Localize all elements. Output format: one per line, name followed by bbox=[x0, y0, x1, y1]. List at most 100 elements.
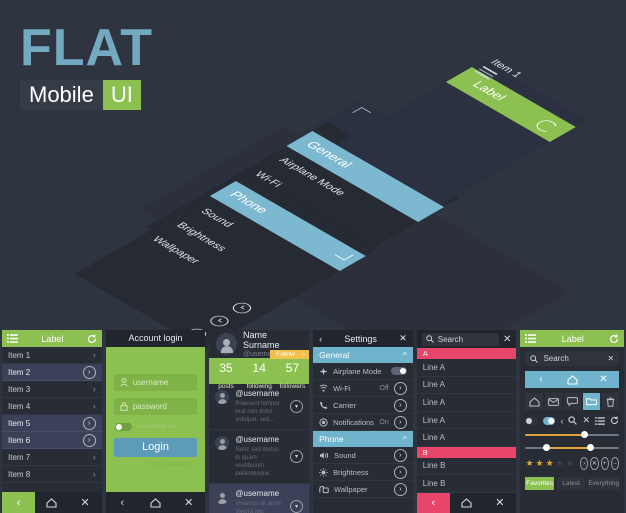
close-icon: ✕ bbox=[184, 497, 194, 509]
toggle-on[interactable] bbox=[542, 416, 556, 425]
settings-row-wifi[interactable]: Wi-Fi Off › bbox=[313, 380, 413, 397]
panel-list: Label Item 1 › Item 2 › Item 3 › Item 4 › It… bbox=[2, 330, 102, 513]
search-line[interactable]: Line B bbox=[416, 458, 517, 476]
star-icon[interactable]: ★ bbox=[566, 458, 574, 469]
refresh-icon[interactable] bbox=[609, 334, 619, 344]
toggle-off[interactable] bbox=[525, 416, 538, 425]
tab-everything[interactable]: Everything bbox=[588, 477, 620, 490]
chat-icon[interactable] bbox=[563, 393, 581, 410]
search-input[interactable]: Search bbox=[421, 332, 500, 346]
kit-search-placeholder: Search bbox=[543, 354, 569, 363]
star-icon[interactable]: ★ bbox=[556, 458, 564, 469]
forgot-password-link[interactable]: Forgot password? bbox=[114, 461, 197, 468]
home-button[interactable] bbox=[557, 371, 588, 388]
list-header-label: Label bbox=[41, 333, 64, 344]
trash-icon[interactable] bbox=[601, 393, 620, 410]
close-icon[interactable]: ✕ bbox=[503, 334, 511, 345]
username-field[interactable]: username bbox=[113, 373, 198, 391]
back-icon[interactable]: ‹ bbox=[560, 416, 563, 426]
settings-row-notifications[interactable]: Notifications On › bbox=[313, 414, 413, 431]
airplane-toggle[interactable] bbox=[390, 367, 407, 375]
username-placeholder: username bbox=[132, 377, 169, 387]
settings-section-general[interactable]: General ^ bbox=[313, 347, 413, 363]
home-button[interactable] bbox=[35, 492, 68, 513]
search-line[interactable]: Line A bbox=[416, 394, 517, 412]
feed-item[interactable]: @username Vivamus sit amet viverra leo. … bbox=[209, 484, 310, 513]
login-button[interactable]: Login bbox=[113, 437, 198, 457]
star-icon[interactable]: ★ bbox=[525, 458, 533, 469]
list-item[interactable]: Item 1 › bbox=[2, 347, 102, 364]
chevron-down-circle-icon[interactable]: ▾ bbox=[290, 400, 304, 413]
close-circle-icon[interactable]: ✕ bbox=[590, 457, 599, 470]
remember-me-row[interactable]: remember me bbox=[114, 422, 198, 431]
back-button[interactable]: ‹ bbox=[416, 492, 450, 513]
settings-row-carrier[interactable]: Carrier › bbox=[313, 397, 413, 414]
search-line[interactable]: Line A bbox=[416, 429, 517, 447]
refresh-icon[interactable] bbox=[610, 416, 619, 425]
close-button[interactable]: ✕ bbox=[483, 493, 516, 513]
search-icon[interactable] bbox=[568, 416, 578, 425]
feed-item[interactable]: @username Praesent tempor erat non dolor… bbox=[209, 384, 310, 430]
mail-icon[interactable] bbox=[544, 393, 562, 410]
list-icon[interactable] bbox=[595, 416, 605, 425]
slider-knob-high[interactable] bbox=[587, 444, 595, 451]
follow-button[interactable]: Follow › bbox=[270, 350, 310, 359]
close-icon[interactable]: ✕ bbox=[582, 415, 590, 426]
back-button[interactable]: ‹ bbox=[2, 492, 36, 513]
folder-icon[interactable] bbox=[582, 393, 600, 410]
back-button[interactable]: ‹ bbox=[106, 492, 139, 513]
minus-circle-icon[interactable]: − bbox=[610, 457, 620, 470]
remember-me-toggle[interactable] bbox=[114, 422, 132, 431]
slider-knob[interactable] bbox=[581, 431, 589, 438]
settings-row-brightness[interactable]: Brightness › bbox=[313, 464, 413, 481]
panel-settings: ‹ Settings ✕ General ^ Airplane Mode Wi-… bbox=[313, 330, 413, 513]
search-line[interactable]: Line A bbox=[416, 359, 517, 377]
home-icon[interactable] bbox=[525, 393, 543, 410]
settings-section-phone[interactable]: Phone ^ bbox=[313, 431, 413, 447]
slider-knob-low[interactable] bbox=[543, 444, 551, 451]
plus-circle-icon[interactable]: + bbox=[600, 457, 609, 470]
password-field[interactable]: password bbox=[113, 397, 198, 415]
search-line[interactable]: Line A bbox=[416, 377, 517, 395]
slider-single[interactable] bbox=[525, 431, 620, 439]
star-icon[interactable]: ★ bbox=[546, 458, 554, 469]
back-button[interactable]: ‹ bbox=[525, 371, 556, 388]
home-button[interactable] bbox=[139, 492, 172, 513]
kit-search-input[interactable]: Search ✕ bbox=[525, 351, 620, 366]
chevron-right-circle-icon: › bbox=[82, 416, 96, 430]
avatar bbox=[215, 436, 230, 450]
phone-panels-row: Label Item 1 › Item 2 › Item 3 › Item 4 › It… bbox=[0, 330, 626, 513]
settings-row-airplane[interactable]: Airplane Mode bbox=[313, 363, 413, 380]
tab-latest[interactable]: Latest bbox=[556, 477, 586, 490]
close-button[interactable]: ✕ bbox=[68, 492, 101, 513]
feed-item[interactable]: @username Nunc sed metus in quam vestibu… bbox=[209, 430, 310, 484]
settings-row-wallpaper[interactable]: Wallpaper › bbox=[313, 481, 413, 498]
list-item[interactable]: Item 6 › bbox=[2, 432, 102, 449]
chevron-right-circle-icon[interactable]: › bbox=[580, 457, 589, 470]
search-line[interactable]: Line A bbox=[416, 412, 517, 430]
star-icon[interactable]: ★ bbox=[536, 458, 544, 469]
list-item[interactable]: Item 4 › bbox=[2, 398, 102, 415]
close-button[interactable]: ✕ bbox=[588, 371, 619, 388]
chevron-down-circle-icon[interactable]: ▾ bbox=[290, 500, 304, 513]
close-icon[interactable]: ✕ bbox=[399, 333, 407, 344]
settings-row-sound[interactable]: Sound › bbox=[313, 447, 413, 464]
list-icon[interactable] bbox=[525, 334, 537, 343]
list-item[interactable]: Item 5 › bbox=[2, 415, 102, 432]
home-button[interactable] bbox=[450, 493, 483, 513]
list-item[interactable]: Item 3 › bbox=[2, 381, 102, 398]
tab-favorites[interactable]: Favorites bbox=[525, 477, 554, 490]
close-button[interactable]: ✕ bbox=[172, 492, 205, 513]
slider-range[interactable] bbox=[525, 444, 620, 452]
list-icon[interactable] bbox=[7, 334, 18, 343]
chevron-down-circle-icon[interactable]: ▾ bbox=[290, 450, 304, 463]
avatar bbox=[215, 390, 230, 404]
back-icon[interactable]: ‹ bbox=[319, 334, 322, 344]
refresh-icon[interactable] bbox=[87, 334, 97, 344]
search-line[interactable]: Line B bbox=[416, 475, 517, 493]
profile-name: Name Surname bbox=[243, 330, 280, 350]
list-item[interactable]: Item 8 › bbox=[2, 466, 102, 483]
list-item[interactable]: Item 7 › bbox=[2, 449, 102, 466]
list-item[interactable]: Item 2 › bbox=[2, 364, 102, 381]
close-icon[interactable]: ✕ bbox=[607, 354, 614, 363]
